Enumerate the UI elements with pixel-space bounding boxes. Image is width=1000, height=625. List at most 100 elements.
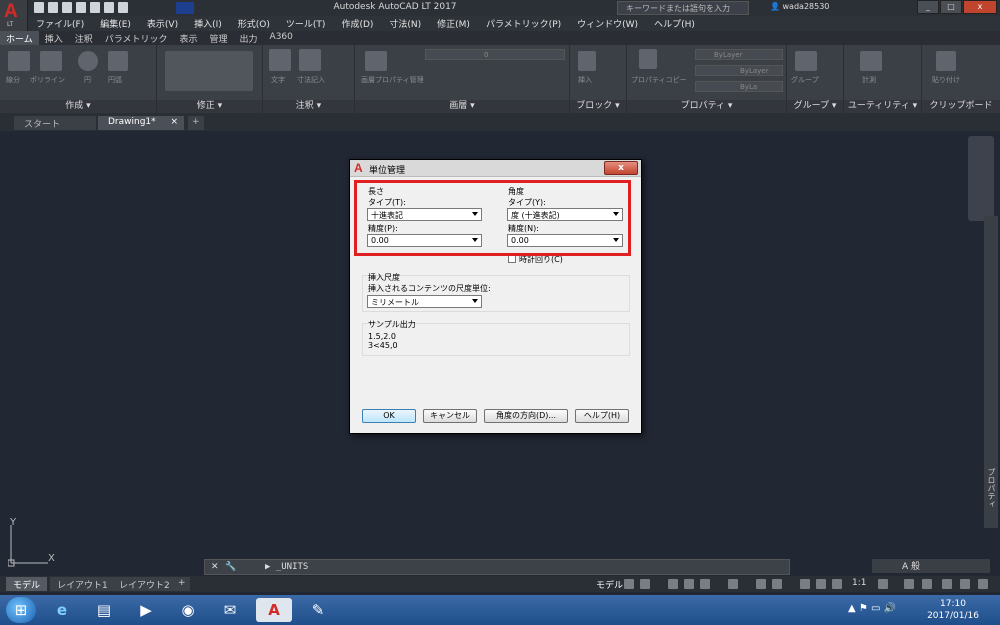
ribbon-tab-1[interactable]: 挿入: [39, 31, 69, 45]
grid-icon[interactable]: [624, 579, 634, 589]
clock[interactable]: 17:10 2017/01/16: [918, 598, 988, 622]
tab-model[interactable]: モデル: [6, 577, 48, 591]
print-icon[interactable]: [90, 2, 100, 13]
linetype-dropdown[interactable]: ByLayer: [695, 65, 783, 76]
menu-item-5[interactable]: ツール(T): [278, 16, 334, 31]
close-tab-icon[interactable]: ×: [170, 117, 178, 127]
add-layout-button[interactable]: +: [174, 577, 190, 591]
quick-access-toolbar[interactable]: [34, 2, 128, 14]
new-icon[interactable]: [34, 2, 44, 13]
arc-icon[interactable]: [108, 51, 128, 71]
panel-group-title[interactable]: グループ ▾: [787, 100, 843, 113]
tab-layout1[interactable]: レイアウト1: [50, 577, 115, 591]
scale-value[interactable]: 1:1: [852, 578, 866, 588]
open-icon[interactable]: [48, 2, 58, 13]
save-as-icon[interactable]: [76, 2, 86, 13]
menu-item-10[interactable]: ウィンドウ(W): [569, 16, 646, 31]
dialog-title-bar[interactable]: A 単位管理 x: [350, 160, 641, 177]
tab-layout2[interactable]: レイアウト2: [112, 577, 177, 591]
panel-create-title[interactable]: 作成 ▾: [0, 100, 156, 113]
ortho-icon[interactable]: [684, 579, 694, 589]
menu-item-4[interactable]: 形式(O): [230, 16, 278, 31]
autocad-taskbar-icon[interactable]: A: [256, 598, 292, 622]
menu-item-9[interactable]: パラメトリック(P): [478, 16, 569, 31]
menu-item-3[interactable]: 挿入(I): [186, 16, 230, 31]
minimize-button[interactable]: _: [917, 0, 939, 14]
panel-modify-title[interactable]: 修正 ▾: [157, 100, 262, 113]
text-icon[interactable]: [269, 49, 291, 71]
menu-item-8[interactable]: 修正(M): [429, 16, 478, 31]
color-dropdown[interactable]: ByLayer: [695, 49, 783, 60]
wrench-icon[interactable]: 🔧: [225, 562, 236, 572]
save-icon[interactable]: [62, 2, 72, 13]
menu-item-2[interactable]: 表示(V): [139, 16, 186, 31]
units-icon[interactable]: [922, 579, 932, 589]
ribbon-tab-5[interactable]: 管理: [204, 31, 234, 45]
panel-annotation-title[interactable]: 注釈 ▾: [263, 100, 354, 113]
isolate-icon[interactable]: [942, 579, 952, 589]
customize-menu-icon[interactable]: [978, 579, 988, 589]
panel-utility-title[interactable]: ユーティリティ ▾: [844, 100, 921, 113]
panel-properties-title[interactable]: プロパティ ▾: [627, 100, 786, 113]
tab-start[interactable]: スタート: [14, 116, 96, 130]
dialog-close-button[interactable]: x: [604, 161, 638, 175]
isodraft-icon[interactable]: [728, 579, 738, 589]
match-properties-icon[interactable]: [639, 49, 657, 69]
panel-clipboard-title[interactable]: クリップボード: [922, 100, 1000, 113]
ribbon-tab-3[interactable]: パラメトリック: [99, 31, 174, 45]
group-icon[interactable]: [795, 51, 817, 71]
panel-block-title[interactable]: ブロック ▾: [570, 100, 626, 113]
maximize-button[interactable]: □: [940, 0, 962, 14]
circle-icon[interactable]: [78, 51, 98, 71]
polyline-icon[interactable]: [40, 51, 62, 71]
annotation-visibility-icon[interactable]: [800, 579, 810, 589]
redo-icon[interactable]: [118, 2, 128, 13]
menu-item-7[interactable]: 寸法(N): [381, 16, 429, 31]
object-snap-icon[interactable]: [756, 579, 766, 589]
annotation-scale-icon[interactable]: [832, 579, 842, 589]
user-account[interactable]: 👤 wada28530: [770, 2, 829, 11]
paste-icon[interactable]: [936, 51, 956, 71]
help-button[interactable]: ヘルプ(H): [575, 409, 629, 423]
line-icon[interactable]: [8, 51, 30, 71]
infer-icon[interactable]: [668, 579, 678, 589]
polar-icon[interactable]: [700, 579, 710, 589]
ie-icon[interactable]: e: [44, 598, 80, 622]
transparency-icon[interactable]: [772, 579, 782, 589]
workspace-gear-icon[interactable]: [878, 579, 888, 589]
ok-button[interactable]: OK: [362, 409, 416, 423]
ribbon-tab-2[interactable]: 注釈: [69, 31, 99, 45]
ribbon-tab-0[interactable]: ホーム: [0, 31, 39, 45]
layer-properties-icon[interactable]: [365, 51, 387, 71]
angle-direction-button[interactable]: 角度の方向(D)...: [484, 409, 568, 423]
status-model-button[interactable]: モデル: [596, 578, 623, 591]
search-input[interactable]: キーワードまたは語句を入力: [617, 1, 749, 15]
new-tab-button[interactable]: +: [188, 116, 204, 130]
clean-screen-icon[interactable]: [960, 579, 970, 589]
close-button[interactable]: x: [963, 0, 997, 14]
workspace-dropdown[interactable]: [176, 2, 194, 14]
menu-item-6[interactable]: 作成(D): [333, 16, 381, 31]
undo-icon[interactable]: [104, 2, 114, 13]
chrome-icon[interactable]: ◉: [170, 598, 206, 622]
auto-scale-icon[interactable]: [816, 579, 826, 589]
navigation-bar[interactable]: [968, 136, 994, 221]
command-line[interactable]: ✕ 🔧 ▶ _UNITS: [204, 559, 790, 575]
ribbon-tab-6[interactable]: 出力: [234, 31, 264, 45]
ribbon-tab-7[interactable]: A360: [264, 31, 299, 45]
notification-bar[interactable]: A 般: [872, 559, 990, 573]
dimension-icon[interactable]: [299, 49, 321, 71]
insert-block-icon[interactable]: [578, 51, 596, 71]
system-tray[interactable]: ▲ ⚑ ▭ 🔊: [848, 603, 896, 614]
explorer-icon[interactable]: ▤: [86, 598, 122, 622]
insertion-units-select[interactable]: ミリメートル: [367, 295, 482, 308]
menu-item-11[interactable]: ヘルプ(H): [646, 16, 703, 31]
menu-item-1[interactable]: 編集(E): [92, 16, 139, 31]
application-menu-button[interactable]: A LT: [0, 0, 28, 31]
cancel-button[interactable]: キャンセル: [423, 409, 477, 423]
panel-layer-title[interactable]: 画層 ▾: [355, 100, 569, 113]
snap-icon[interactable]: [640, 579, 650, 589]
paint-icon[interactable]: ✎: [300, 598, 336, 622]
plus-icon[interactable]: [904, 579, 914, 589]
thunderbird-icon[interactable]: ✉: [212, 598, 248, 622]
